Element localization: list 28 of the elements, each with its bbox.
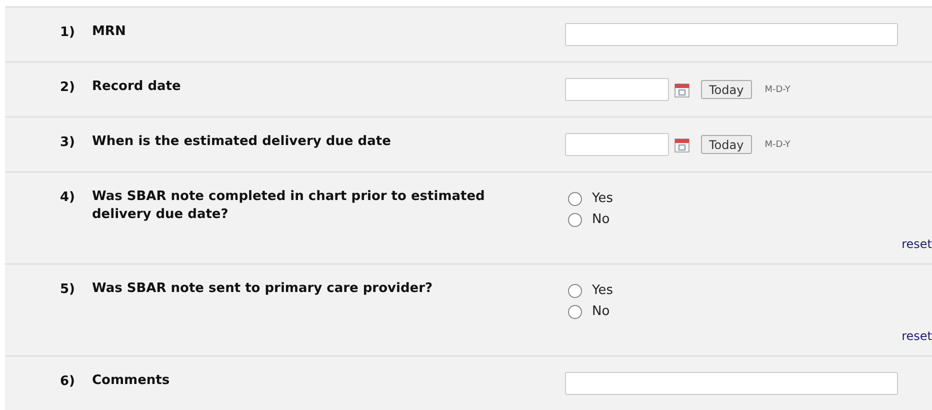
date-format-hint: M-D-Y — [764, 140, 790, 150]
calendar-icon[interactable] — [674, 82, 690, 98]
question-number: 3) — [60, 135, 76, 150]
date-format-hint: M-D-Y — [764, 84, 790, 94]
calendar-icon[interactable] — [674, 136, 690, 152]
reset-link[interactable]: reset — [902, 329, 932, 343]
question-number: 5) — [60, 282, 76, 297]
today-button[interactable]: Today — [701, 135, 752, 154]
question-label: MRN — [92, 23, 127, 41]
radio-option[interactable]: No — [568, 304, 610, 319]
question-number: 6) — [60, 374, 76, 389]
question-label: Record date — [92, 78, 182, 96]
text-field[interactable] — [565, 372, 898, 395]
date-field[interactable] — [565, 78, 669, 101]
question-label: Was SBAR note completed in chart prior to estimated delivery due date? — [92, 188, 486, 224]
question-label: Was SBAR note sent to primary care provider? — [92, 280, 434, 298]
date-field[interactable] — [565, 133, 669, 156]
reset-link[interactable]: reset — [902, 237, 932, 251]
question-label: Comments — [92, 372, 171, 390]
radio-option[interactable]: No — [568, 212, 610, 227]
question-number: 4) — [60, 190, 76, 205]
question-number: 2) — [60, 80, 76, 95]
radio-option[interactable]: Yes — [568, 283, 613, 298]
today-button[interactable]: Today — [701, 80, 752, 99]
radio-option[interactable]: Yes — [568, 191, 613, 206]
text-field[interactable] — [565, 23, 898, 46]
question-number: 1) — [60, 25, 76, 40]
question-label: When is the estimated delivery due date — [92, 133, 392, 151]
